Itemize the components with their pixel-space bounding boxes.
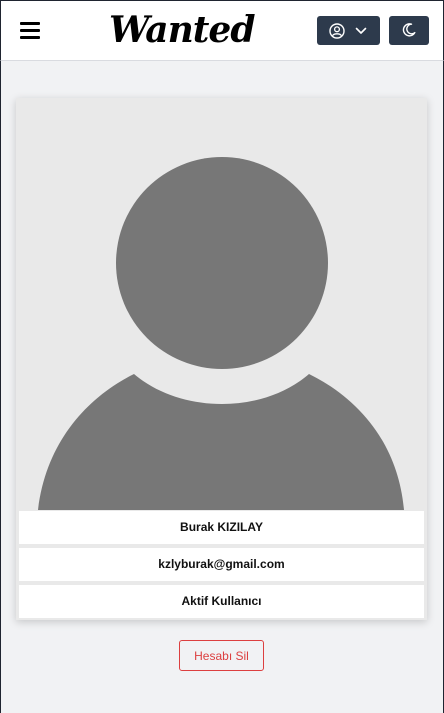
- profile-status: Aktif Kullanıcı: [19, 585, 424, 618]
- top-navbar: Wanted: [0, 0, 444, 61]
- profile-card: Burak KIZILAY kzlyburak@gmail.com Aktif …: [16, 98, 427, 620]
- brand-logo[interactable]: Wanted: [109, 7, 256, 53]
- moon-icon: [402, 23, 416, 37]
- delete-account-button[interactable]: Hesabı Sil: [179, 640, 264, 671]
- default-user-avatar-icon: [16, 98, 427, 510]
- user-circle-icon: [329, 23, 345, 39]
- theme-toggle-button[interactable]: [389, 16, 429, 45]
- profile-avatar: [16, 98, 427, 510]
- user-menu-button[interactable]: [317, 16, 380, 45]
- profile-name: Burak KIZILAY: [19, 511, 424, 544]
- profile-email: kzlyburak@gmail.com: [19, 548, 424, 581]
- chevron-down-icon: [355, 27, 367, 34]
- hamburger-menu-icon[interactable]: [20, 22, 40, 39]
